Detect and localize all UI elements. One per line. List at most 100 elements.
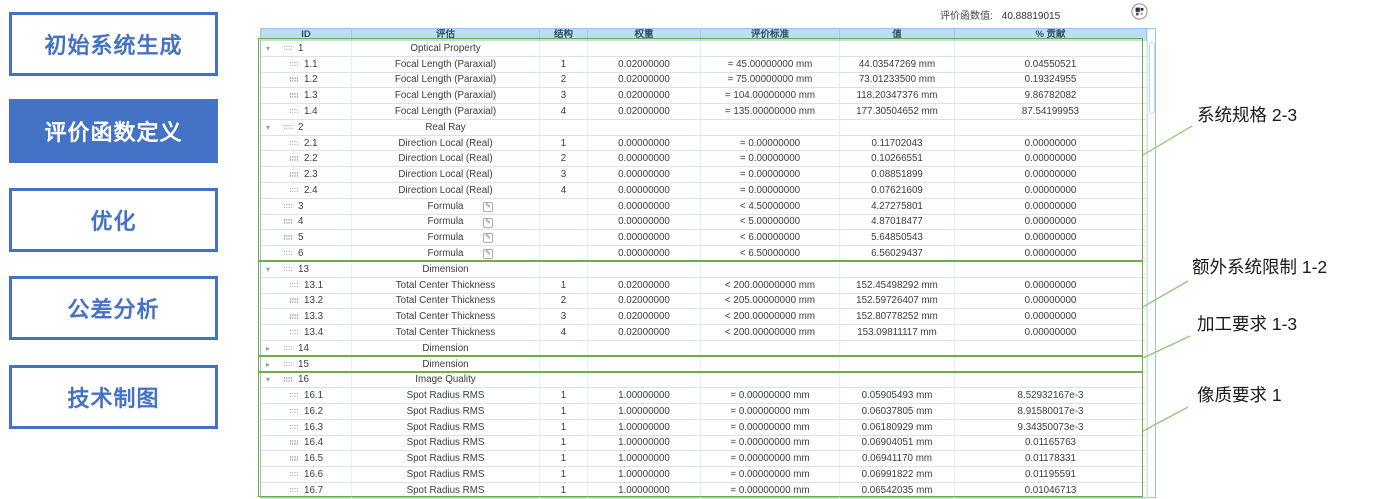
column-header[interactable]: 评价标准: [701, 29, 840, 41]
table-row[interactable]: ▸15Dimension: [261, 357, 1147, 373]
vertical-scrollbar[interactable]: [1147, 29, 1155, 497]
row-criterion-cell: = 135.00000000 mm: [701, 104, 840, 119]
row-value-cell: [840, 41, 955, 56]
expand-icon[interactable]: ▸: [264, 360, 284, 369]
drag-handle-icon[interactable]: [290, 393, 299, 398]
drag-handle-icon[interactable]: [290, 109, 299, 114]
drag-handle-icon[interactable]: [284, 46, 293, 51]
row-id-cell: ▾2: [261, 120, 352, 135]
drag-handle-icon[interactable]: [284, 235, 293, 240]
row-contrib-cell: 0.00000000: [955, 325, 1147, 340]
drag-handle-icon[interactable]: [290, 488, 299, 493]
table-row[interactable]: 1.1Focal Length (Paraxial)10.02000000= 4…: [261, 57, 1147, 73]
row-id-cell: 2.2: [261, 151, 352, 166]
row-operand-cell: Spot Radius RMS: [352, 436, 540, 451]
row-config-cell: 1: [540, 451, 588, 466]
column-header[interactable]: 值: [840, 29, 955, 41]
expand-icon[interactable]: ▸: [264, 344, 284, 353]
column-header[interactable]: 权重: [588, 29, 701, 41]
table-row[interactable]: 2.4Direction Local (Real)40.00000000= 0.…: [261, 183, 1147, 199]
row-value-cell: 153.09811117 mm: [840, 325, 955, 340]
table-row[interactable]: ▾13Dimension: [261, 262, 1147, 278]
table-row[interactable]: 16.5Spot Radius RMS11.00000000= 0.000000…: [261, 451, 1147, 467]
drag-handle-icon[interactable]: [290, 409, 299, 414]
edit-formula-icon[interactable]: ✎: [483, 249, 493, 259]
table-row[interactable]: 16.7Spot Radius RMS11.00000000= 0.000000…: [261, 483, 1147, 499]
sidebar-item-2[interactable]: 评价函数定义: [9, 99, 218, 163]
column-header[interactable]: % 贡献: [955, 29, 1147, 41]
column-header[interactable]: 结构: [540, 29, 588, 41]
drag-handle-icon[interactable]: [290, 330, 299, 335]
table-row[interactable]: ▾16Image Quality: [261, 372, 1147, 388]
row-id-label: 1.2: [304, 74, 318, 85]
table-row[interactable]: 1.2Focal Length (Paraxial)20.02000000= 7…: [261, 73, 1147, 89]
drag-handle-icon[interactable]: [290, 188, 299, 193]
table-row[interactable]: 2.2Direction Local (Real)20.00000000= 0.…: [261, 151, 1147, 167]
table-row[interactable]: 3Formula✎0.00000000< 4.500000004.2727580…: [261, 199, 1147, 215]
sidebar-item-5[interactable]: 技术制图: [9, 365, 218, 429]
drag-handle-icon[interactable]: [284, 204, 293, 209]
drag-handle-icon[interactable]: [284, 362, 293, 367]
expand-collapse-icon[interactable]: ▾: [264, 375, 284, 384]
table-row[interactable]: 13.3Total Center Thickness30.02000000< 2…: [261, 309, 1147, 325]
table-row[interactable]: ▾2Real Ray: [261, 120, 1147, 136]
table-row[interactable]: 2.3Direction Local (Real)30.00000000= 0.…: [261, 167, 1147, 183]
drag-handle-icon[interactable]: [290, 440, 299, 445]
table-row[interactable]: 1.3Focal Length (Paraxial)30.02000000= 1…: [261, 88, 1147, 104]
table-row[interactable]: 13.1Total Center Thickness10.02000000< 2…: [261, 278, 1147, 294]
drag-handle-icon[interactable]: [290, 77, 299, 82]
edit-formula-icon[interactable]: ✎: [483, 202, 493, 212]
edit-formula-icon[interactable]: ✎: [483, 233, 493, 243]
table-row[interactable]: 16.2Spot Radius RMS11.00000000= 0.000000…: [261, 404, 1147, 420]
row-operand-cell: Spot Radius RMS: [352, 420, 540, 435]
table-row[interactable]: 13.2Total Center Thickness20.02000000< 2…: [261, 294, 1147, 310]
table-row[interactable]: 16.3Spot Radius RMS11.00000000= 0.000000…: [261, 420, 1147, 436]
table-row[interactable]: 13.4Total Center Thickness40.02000000< 2…: [261, 325, 1147, 341]
edit-formula-icon[interactable]: ✎: [483, 218, 493, 228]
drag-handle-icon[interactable]: [290, 314, 299, 319]
merit-grid-circle-icon[interactable]: [1131, 3, 1148, 20]
table-row[interactable]: ▸14Dimension: [261, 341, 1147, 357]
drag-handle-icon[interactable]: [290, 62, 299, 67]
drag-handle-icon[interactable]: [290, 283, 299, 288]
table-row[interactable]: 4Formula✎0.00000000< 5.000000004.8701847…: [261, 215, 1147, 231]
drag-handle-icon[interactable]: [290, 93, 299, 98]
row-contrib-cell: 9.86782082: [955, 88, 1147, 103]
expand-collapse-icon[interactable]: ▾: [264, 123, 284, 132]
table-row[interactable]: ▾1Optical Property: [261, 41, 1147, 57]
row-weight-cell: 0.02000000: [588, 325, 701, 340]
sidebar-item-4[interactable]: 公差分析: [9, 276, 218, 340]
expand-collapse-icon[interactable]: ▾: [264, 265, 284, 274]
table-row[interactable]: 5Formula✎0.00000000< 6.000000005.6485054…: [261, 230, 1147, 246]
drag-handle-icon[interactable]: [290, 298, 299, 303]
column-header[interactable]: ID: [261, 29, 352, 41]
table-row[interactable]: 6Formula✎0.00000000< 6.500000006.5602943…: [261, 246, 1147, 262]
drag-handle-icon[interactable]: [290, 425, 299, 430]
drag-handle-icon[interactable]: [290, 172, 299, 177]
drag-handle-icon[interactable]: [290, 472, 299, 477]
sidebar-item-1[interactable]: 初始系统生成: [9, 12, 218, 76]
table-row[interactable]: 2.1Direction Local (Real)10.00000000= 0.…: [261, 136, 1147, 152]
row-contrib-cell: 0.00000000: [955, 183, 1147, 198]
expand-collapse-icon[interactable]: ▾: [264, 44, 284, 53]
scrollbar-thumb[interactable]: [1149, 42, 1155, 114]
drag-handle-icon[interactable]: [284, 125, 293, 130]
row-value-cell: 0.05905493 mm: [840, 388, 955, 403]
drag-handle-icon[interactable]: [284, 267, 293, 272]
drag-handle-icon[interactable]: [284, 346, 293, 351]
row-weight-cell: 0.00000000: [588, 151, 701, 166]
drag-handle-icon[interactable]: [284, 219, 293, 224]
row-id-cell: ▸15: [261, 357, 352, 372]
drag-handle-icon[interactable]: [284, 377, 293, 382]
table-row[interactable]: 16.6Spot Radius RMS11.00000000= 0.000000…: [261, 467, 1147, 483]
drag-handle-icon[interactable]: [290, 456, 299, 461]
table-row[interactable]: 16.1Spot Radius RMS11.00000000= 0.000000…: [261, 388, 1147, 404]
sidebar-item-3[interactable]: 优化: [9, 188, 218, 252]
table-row[interactable]: 16.4Spot Radius RMS11.00000000= 0.000000…: [261, 436, 1147, 452]
row-value-cell: 118.20347376 mm: [840, 88, 955, 103]
table-row[interactable]: 1.4Focal Length (Paraxial)40.02000000= 1…: [261, 104, 1147, 120]
column-header[interactable]: 评估: [352, 29, 540, 41]
drag-handle-icon[interactable]: [290, 141, 299, 146]
drag-handle-icon[interactable]: [290, 156, 299, 161]
drag-handle-icon[interactable]: [284, 251, 293, 256]
